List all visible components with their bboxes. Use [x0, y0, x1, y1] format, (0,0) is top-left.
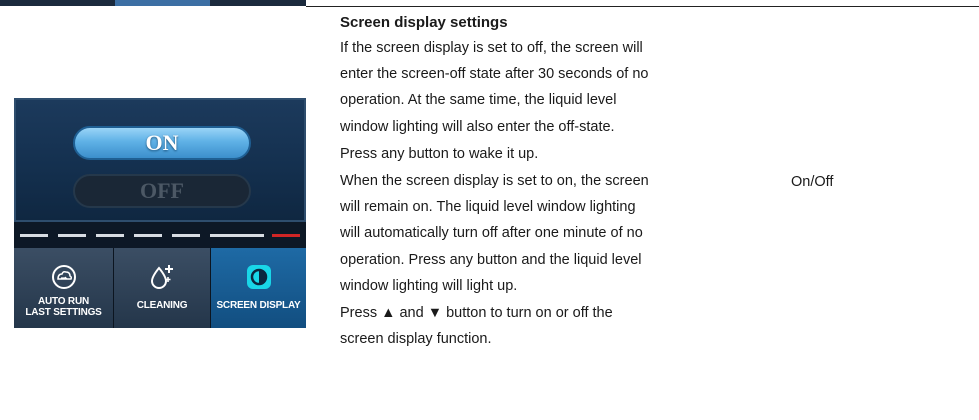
indicator-dash: [210, 234, 238, 237]
table-top-rule: [306, 6, 979, 7]
indicator-dash: [58, 234, 86, 237]
description-line: When the screen display is set to on, th…: [340, 173, 649, 189]
description-line: operation. At the same time, the liquid …: [340, 92, 617, 108]
indicator-dash-active: [272, 234, 300, 237]
top-image-strip: [0, 0, 306, 6]
tab-screen-display[interactable]: SCREEN DISPLAY: [211, 248, 306, 328]
tab-cleaning[interactable]: CLEANING: [114, 248, 210, 328]
indicator-dash: [172, 234, 200, 237]
auto-run-icon: [51, 264, 77, 295]
description-line: window lighting will light up.: [340, 278, 518, 294]
tab-auto-run[interactable]: AUTO RUN LAST SETTINGS: [14, 248, 113, 328]
indicator-dash: [134, 234, 162, 237]
tab-auto-run-label-line1: AUTO RUN: [38, 296, 89, 307]
description-line: screen display function.: [340, 331, 492, 347]
display-panel: ON OFF: [14, 98, 306, 222]
description-line: operation. Press any button and the liqu…: [340, 252, 642, 268]
tab-cleaning-label: CLEANING: [136, 300, 188, 311]
description-line: If the screen display is set to off, the…: [340, 40, 643, 56]
description-line: enter the screen-off state after 30 seco…: [340, 66, 649, 82]
on-button[interactable]: ON: [73, 126, 251, 160]
description-line: will remain on. The liquid level window …: [340, 199, 636, 215]
screen-display-icon: [246, 264, 272, 295]
description-line: will automatically turn off after one mi…: [340, 225, 643, 241]
indicator-dash: [236, 234, 264, 237]
description-line: Press any button to wake it up.: [340, 146, 539, 162]
indicator-dashes: [14, 222, 306, 250]
description-line: Press ▲ and ▼ button to turn on or off t…: [340, 305, 613, 321]
setting-value: On/Off: [791, 174, 834, 190]
tab-screen-display-label: SCREEN DISPLAY: [216, 300, 301, 311]
top-image-strip-highlight: [115, 0, 210, 6]
indicator-dash: [20, 234, 48, 237]
off-button[interactable]: OFF: [73, 174, 251, 208]
section-title: Screen display settings: [340, 14, 508, 31]
water-drop-sparkle-icon: [148, 264, 176, 295]
tab-auto-run-label-line2: LAST SETTINGS: [25, 307, 102, 318]
indicator-dash: [96, 234, 124, 237]
device-screen-image: ON OFF AUTO RUN LAST SETTINGS CLEANING S…: [14, 98, 306, 328]
mode-tabs: AUTO RUN LAST SETTINGS CLEANING SCREEN D…: [14, 248, 306, 328]
description-line: window lighting will also enter the off-…: [340, 119, 615, 135]
